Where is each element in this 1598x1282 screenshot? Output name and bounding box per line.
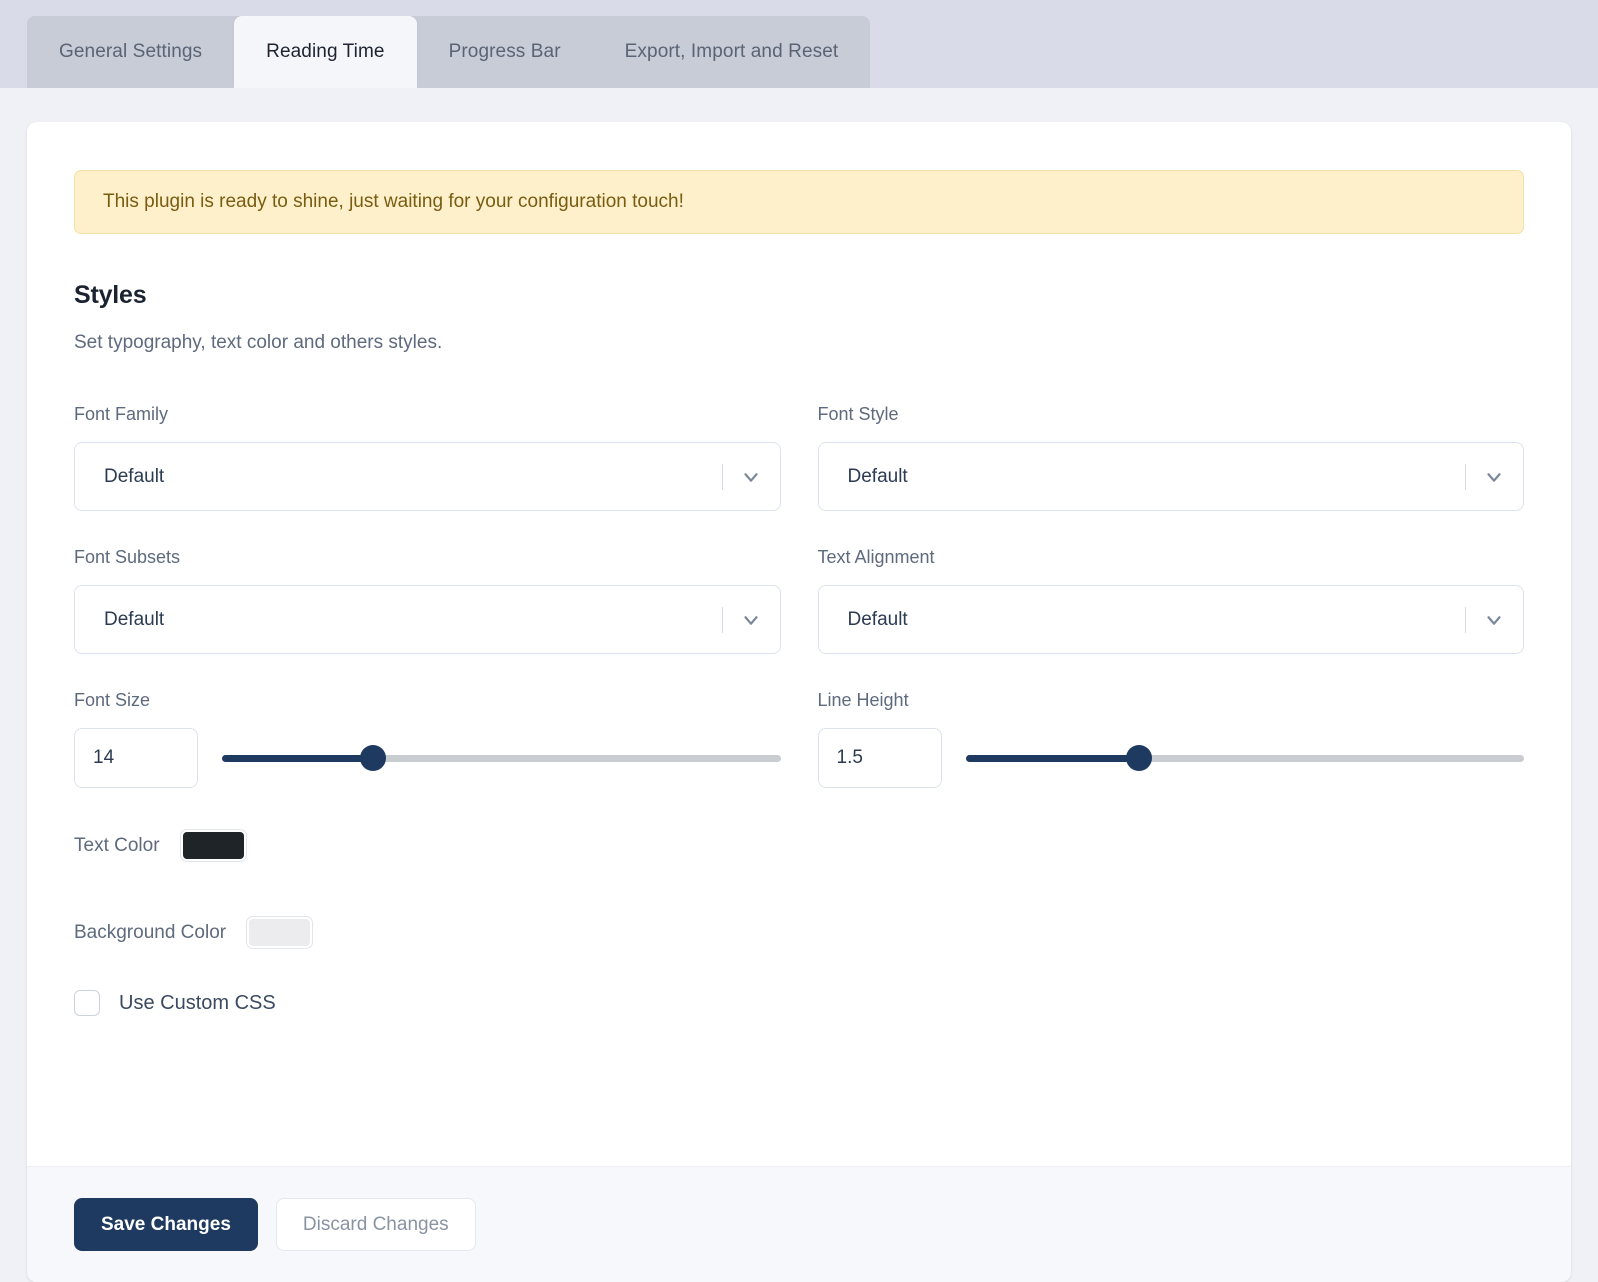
background-color-swatch[interactable] bbox=[247, 917, 313, 948]
slider-fill bbox=[222, 754, 373, 762]
use-custom-css-checkbox[interactable] bbox=[74, 990, 100, 1016]
chevron-down-icon[interactable] bbox=[740, 466, 762, 488]
text-color-swatch[interactable] bbox=[180, 830, 246, 861]
tab-strip: General Settings Reading Time Progress B… bbox=[0, 0, 1598, 88]
font-size-control bbox=[74, 728, 781, 788]
notice-banner: This plugin is ready to shine, just wait… bbox=[74, 170, 1524, 234]
font-style-label: Font Style bbox=[817, 404, 899, 424]
line-height-input[interactable] bbox=[817, 728, 942, 788]
form-row-sizing: Font Size Line Height bbox=[74, 690, 1524, 788]
settings-card-body: This plugin is ready to shine, just wait… bbox=[27, 122, 1571, 1166]
line-height-slider[interactable] bbox=[965, 745, 1524, 771]
font-subsets-select[interactable]: Default bbox=[74, 585, 781, 654]
chevron-down-icon[interactable] bbox=[1483, 609, 1505, 631]
font-style-value: Default bbox=[847, 465, 908, 487]
field-text-color: Text Color bbox=[74, 830, 1524, 861]
slider-thumb[interactable] bbox=[1125, 745, 1152, 771]
field-font-size: Font Size bbox=[74, 690, 781, 788]
page-content: This plugin is ready to shine, just wait… bbox=[0, 88, 1598, 1282]
text-alignment-value: Default bbox=[847, 608, 908, 630]
chevron-down-icon[interactable] bbox=[1483, 466, 1505, 488]
field-font-subsets: Font Subsets Default bbox=[74, 547, 781, 654]
chevron-down-icon[interactable] bbox=[740, 609, 762, 631]
font-size-slider[interactable] bbox=[222, 745, 781, 771]
field-use-custom-css: Use Custom CSS bbox=[74, 990, 1524, 1016]
page-title: Styles bbox=[74, 281, 147, 309]
line-height-label: Line Height bbox=[817, 690, 909, 710]
form-row-typography-1: Font Family Default Font Style Default bbox=[74, 404, 1524, 511]
save-changes-button[interactable]: Save Changes bbox=[74, 1198, 258, 1251]
select-divider bbox=[1465, 606, 1466, 633]
form-row-typography-2: Font Subsets Default Text Alignment Defa… bbox=[74, 547, 1524, 654]
font-family-select[interactable]: Default bbox=[74, 442, 781, 511]
field-font-family: Font Family Default bbox=[74, 404, 781, 511]
text-alignment-label: Text Alignment bbox=[817, 547, 935, 567]
line-height-control bbox=[817, 728, 1524, 788]
select-divider bbox=[721, 463, 723, 490]
settings-card: This plugin is ready to shine, just wait… bbox=[27, 122, 1571, 1282]
use-custom-css-label[interactable]: Use Custom CSS bbox=[119, 992, 276, 1015]
text-color-label: Text Color bbox=[74, 834, 160, 856]
card-footer: Save Changes Discard Changes bbox=[27, 1166, 1571, 1282]
slider-fill bbox=[965, 754, 1139, 762]
field-text-alignment: Text Alignment Default bbox=[817, 547, 1524, 654]
font-subsets-value: Default bbox=[104, 608, 165, 630]
font-subsets-label: Font Subsets bbox=[74, 547, 181, 567]
field-line-height: Line Height bbox=[817, 690, 1524, 788]
section-description: Set typography, text color and others st… bbox=[74, 332, 443, 353]
discard-changes-button[interactable]: Discard Changes bbox=[275, 1198, 476, 1251]
font-size-label: Font Size bbox=[74, 690, 151, 710]
tab-reading-time[interactable]: Reading Time bbox=[234, 16, 417, 88]
tab-general-settings[interactable]: General Settings bbox=[27, 16, 234, 88]
font-family-value: Default bbox=[104, 465, 165, 487]
select-divider bbox=[1465, 463, 1466, 490]
font-style-select[interactable]: Default bbox=[817, 442, 1524, 511]
slider-thumb[interactable] bbox=[359, 745, 386, 771]
text-alignment-select[interactable]: Default bbox=[817, 585, 1524, 654]
field-background-color: Background Color bbox=[74, 917, 1524, 948]
tab-progress-bar[interactable]: Progress Bar bbox=[417, 16, 593, 88]
background-color-label: Background Color bbox=[74, 921, 227, 943]
font-size-input[interactable] bbox=[74, 728, 198, 788]
tab-list: General Settings Reading Time Progress B… bbox=[27, 16, 871, 88]
font-family-label: Font Family bbox=[74, 404, 169, 424]
field-font-style: Font Style Default bbox=[817, 404, 1524, 511]
tab-export-import-reset[interactable]: Export, Import and Reset bbox=[593, 16, 871, 88]
select-divider bbox=[721, 606, 723, 633]
